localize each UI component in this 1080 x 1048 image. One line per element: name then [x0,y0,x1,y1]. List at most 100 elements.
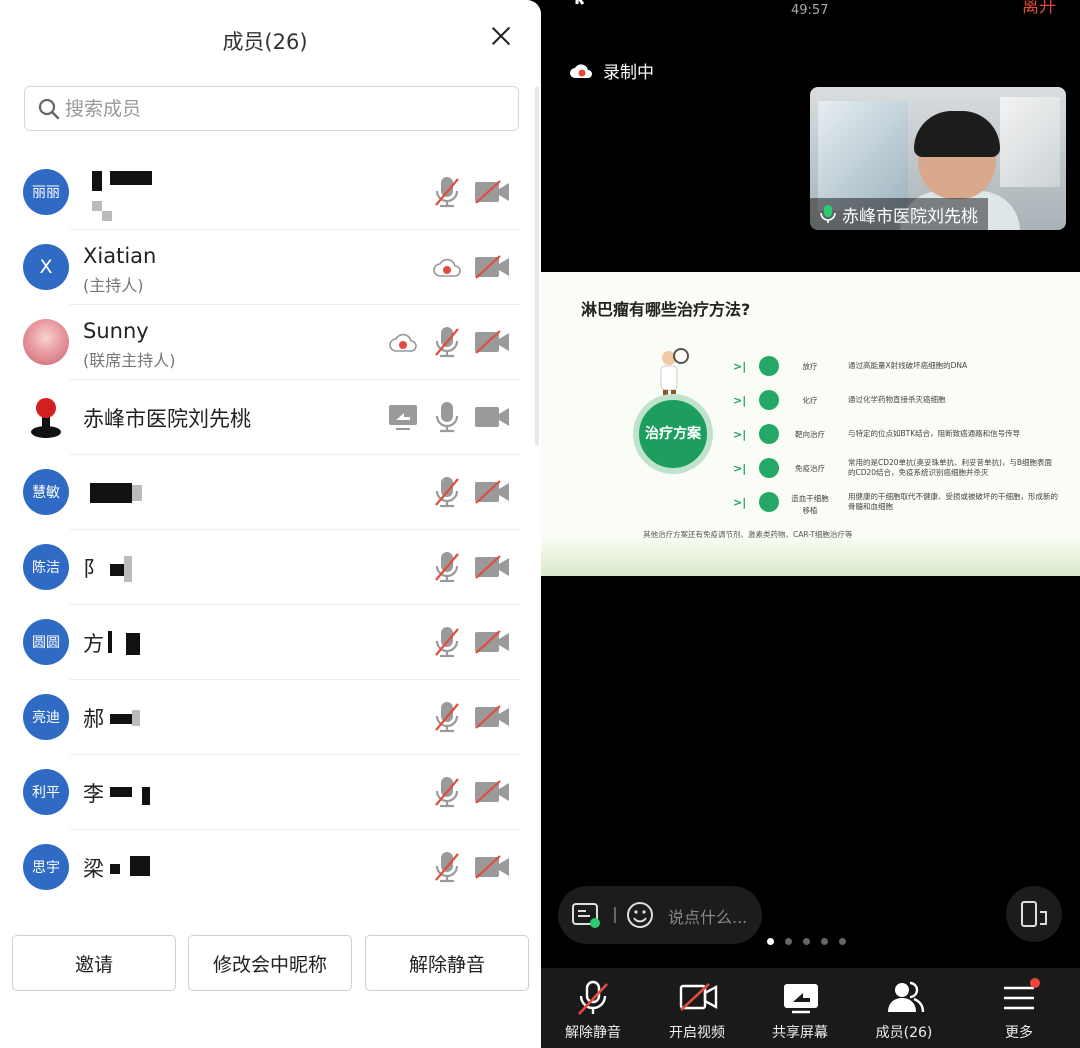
search-input[interactable] [65,91,505,126]
back-icon[interactable] [571,0,651,10]
treatment-row: >| 免疫治疗 常用的是CD20单抗(奥妥珠单抗、利妥昔单抗)，与B细胞表面的C… [733,458,1073,480]
meeting-view: 49:57 离开 录制中 赤峰市医院刘先桃 淋巴瘤有哪些治疗方法? 治疗方案 >… [541,0,1080,1048]
member-row[interactable]: 亮迪 郝 [0,680,530,755]
avatar: 圆圆 [23,619,69,665]
camera-off-icon[interactable] [474,854,510,880]
camera-icon[interactable] [474,404,510,430]
rename-button[interactable]: 修改会中昵称 [188,935,352,991]
redacted-name [124,556,132,582]
toolbar-video[interactable]: 开启视频 [647,968,747,1048]
bottom-toolbar: 解除静音 开启视频 共享屏幕 成员(26) 更多 [541,968,1080,1048]
toolbar-unmute[interactable]: 解除静音 [543,968,643,1048]
scrollbar[interactable] [535,86,539,446]
mic-active-icon [820,205,836,223]
speaker-figure [914,111,1000,157]
chat-placeholder: 说点什么... [668,908,748,927]
treatment-desc: 通过化学药物直接杀灭癌细胞 [848,395,946,404]
treatment-name: 靶向治疗 [795,430,825,439]
camera-off-icon[interactable] [474,779,510,805]
mic-muted-icon[interactable] [432,175,462,209]
invite-button[interactable]: 邀请 [12,935,176,991]
redacted-name [102,211,112,221]
toolbar-label: 开启视频 [669,1025,725,1041]
mic-muted-icon [578,980,608,1015]
search-box[interactable] [24,86,519,131]
video-background [818,101,908,211]
mic-muted-icon[interactable] [432,325,462,359]
unmute-all-button[interactable]: 解除静音 [365,935,529,991]
treatment-icon [759,390,779,410]
mic-icon[interactable] [432,400,462,434]
avatar [23,319,69,365]
page-dot[interactable] [785,938,792,945]
speaker-name: 赤峰市医院刘先桃 [842,206,978,227]
members-icon [888,981,925,1013]
member-row[interactable]: 慧敏 [0,455,530,530]
notification-dot [1030,978,1040,988]
screen-share-icon [389,405,417,430]
member-name: 郝 [83,707,104,731]
redacted-name [108,631,112,653]
camera-off-icon[interactable] [474,329,510,355]
page-dot[interactable] [803,938,810,945]
toolbar-members[interactable]: 成员(26) [854,968,954,1048]
treatment-row: >| 靶向治疗 与特定的位点如BTK结合，阻断致癌通路和信号传导 [733,424,1073,446]
leave-button[interactable]: 离开 [1022,0,1056,17]
member-row[interactable]: Sunny (联席主持人) [0,305,530,380]
redacted-name [92,171,102,191]
treatment-desc: 与特定的位点如BTK结合，阻断致癌通路和信号传导 [848,429,1021,438]
camera-off-icon[interactable] [474,254,510,280]
treatment-row: >| 化疗 通过化学药物直接杀灭癌细胞 [733,390,1073,412]
chat-input[interactable]: 说点什么... [558,886,762,944]
member-row[interactable]: 思宇 梁 [0,830,530,905]
video-background [1000,97,1060,187]
mic-muted-icon[interactable] [432,475,462,509]
camera-off-icon[interactable] [474,704,510,730]
mic-muted-icon[interactable] [432,850,462,884]
avatar: 利平 [23,769,69,815]
avatar [31,398,61,438]
emoji-icon[interactable] [626,901,654,929]
search-icon [38,98,60,120]
member-row[interactable]: 赤峰市医院刘先桃 [0,380,530,455]
slide-title: 淋巴瘤有哪些治疗方法? [581,300,751,319]
redacted-name [110,564,124,576]
mic-muted-icon[interactable] [432,700,462,734]
treatment-name: 化疗 [802,396,818,405]
page-dot[interactable] [821,938,828,945]
member-row[interactable]: 丽丽 [0,155,530,230]
member-row[interactable]: 圆圆 方 [0,605,530,680]
member-name: 赤峰市医院刘先桃 [83,407,251,431]
member-row[interactable]: 利平 李 [0,755,530,830]
toolbar-more[interactable]: 更多 [969,968,1069,1048]
arrow-icon: >| [733,428,747,441]
camera-off-icon[interactable] [474,554,510,580]
toolbar-share[interactable]: 共享屏幕 [750,968,850,1048]
center-badge: 治疗方案 [633,394,713,474]
treatment-icon [759,458,779,478]
treatment-name: 放疗 [802,362,818,371]
treatment-icon [759,356,779,376]
member-row[interactable]: X Xiatian (主持人) [0,230,530,305]
camera-off-icon[interactable] [474,629,510,655]
shared-slide: 淋巴瘤有哪些治疗方法? 治疗方案 >| 放疗 通过高能量X射线破坏癌细胞的DNA… [541,272,1080,576]
mic-muted-icon[interactable] [432,550,462,584]
treatment-row: >| 放疗 通过高能量X射线破坏癌细胞的DNA [733,356,1073,378]
close-icon[interactable] [484,20,518,54]
page-dot[interactable] [839,938,846,945]
mic-muted-icon[interactable] [432,775,462,809]
member-row[interactable]: 陈洁 阝 [0,530,530,605]
mic-muted-icon[interactable] [432,625,462,659]
divider [614,907,616,923]
recording-indicator: 录制中 [569,58,654,83]
avatar: 亮迪 [23,694,69,740]
audio-device-button[interactable] [1006,886,1062,942]
speaker-video[interactable]: 赤峰市医院刘先桃 [810,87,1066,230]
page-dot[interactable] [767,938,774,945]
camera-off-icon[interactable] [474,479,510,505]
arrow-icon: >| [733,394,747,407]
camera-off-icon [679,983,718,1011]
camera-off-icon[interactable] [474,179,510,205]
subtitle-icon[interactable] [572,903,602,929]
treatment-desc: 通过高能量X射线破坏癌细胞的DNA [848,361,968,370]
